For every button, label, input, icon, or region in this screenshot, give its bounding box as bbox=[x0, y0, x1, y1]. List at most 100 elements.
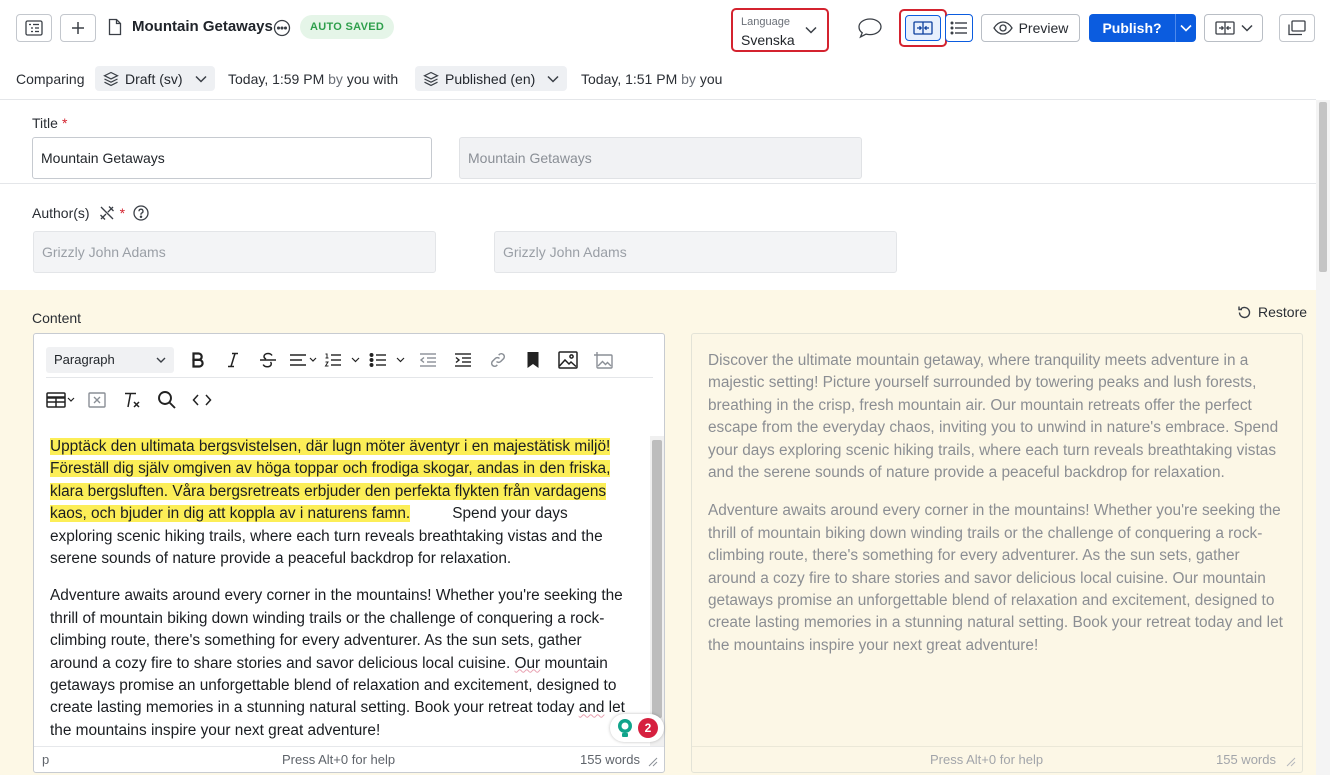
copy-icon bbox=[1288, 20, 1306, 36]
left-version-select[interactable]: Draft (sv) bbox=[95, 66, 215, 91]
language-caption: Language bbox=[741, 16, 790, 28]
chevron-down-icon bbox=[805, 26, 817, 34]
chevron-down-icon bbox=[195, 75, 207, 83]
chevron-down-icon[interactable] bbox=[1176, 24, 1196, 32]
layout-menu-button[interactable] bbox=[1204, 14, 1263, 42]
list-icon bbox=[950, 21, 968, 35]
spell-flag: Our bbox=[514, 654, 541, 672]
help-icon[interactable] bbox=[133, 205, 149, 221]
clear-box-icon bbox=[88, 392, 106, 408]
image-button[interactable] bbox=[554, 346, 582, 374]
comment-icon[interactable] bbox=[857, 17, 883, 39]
align-left-icon bbox=[289, 353, 317, 367]
help-hint: Press Alt+0 for help bbox=[930, 752, 1044, 767]
writing-assistant-widget[interactable]: 2 bbox=[610, 714, 664, 742]
spell-flag: and bbox=[578, 699, 605, 717]
outdent-button[interactable] bbox=[414, 346, 442, 374]
search-icon bbox=[157, 390, 177, 410]
structure-button[interactable] bbox=[16, 14, 52, 42]
authors-label: Author(s) * bbox=[32, 204, 149, 222]
italic-button[interactable] bbox=[219, 346, 247, 374]
word-count: 155 words bbox=[1216, 752, 1276, 767]
bullet-list-button[interactable] bbox=[369, 346, 407, 374]
left-version-user: you bbox=[346, 71, 370, 87]
lightbulb-icon bbox=[616, 718, 634, 738]
plus-icon bbox=[70, 20, 86, 36]
strikethrough-icon bbox=[259, 352, 277, 368]
preview-content: Discover the ultimate mountain getaway, … bbox=[708, 350, 1288, 673]
eye-icon bbox=[992, 21, 1013, 35]
left-version-meta: Today, 1:59 PM by you with bbox=[228, 71, 398, 87]
code-icon bbox=[192, 393, 212, 407]
numbered-list-button[interactable] bbox=[324, 346, 362, 374]
table-button[interactable] bbox=[46, 386, 76, 414]
resize-handle-icon[interactable] bbox=[648, 757, 658, 767]
compare-icon bbox=[913, 21, 933, 35]
strikethrough-button[interactable] bbox=[254, 346, 282, 374]
preview-button[interactable]: Preview bbox=[981, 14, 1080, 42]
restore-button[interactable]: Restore bbox=[1237, 304, 1307, 320]
required-mark: * bbox=[119, 205, 126, 221]
preview-label: Preview bbox=[1018, 20, 1069, 36]
link-icon bbox=[489, 351, 507, 369]
rich-text-editor[interactable]: Paragraph Upptäck den ultimata bergsvist… bbox=[33, 333, 665, 773]
add-button[interactable] bbox=[60, 14, 96, 42]
restore-icon bbox=[1237, 305, 1252, 320]
page-scrollbar[interactable] bbox=[1316, 100, 1330, 775]
layout-icon bbox=[1214, 21, 1235, 35]
section-divider bbox=[0, 183, 1316, 184]
indent-button[interactable] bbox=[449, 346, 477, 374]
media-icon bbox=[593, 351, 613, 369]
bookmark-button[interactable] bbox=[519, 346, 547, 374]
left-version-label: Draft (sv) bbox=[125, 70, 183, 87]
authors-compare-value: Grizzly John Adams bbox=[494, 231, 897, 273]
resize-handle-icon bbox=[1286, 757, 1296, 767]
restore-label: Restore bbox=[1258, 304, 1308, 320]
word-count[interactable]: 155 words bbox=[580, 752, 640, 767]
media-button[interactable] bbox=[589, 346, 617, 374]
preview-paragraph: Adventure awaits around every corner in … bbox=[708, 502, 1283, 654]
authors-label-text: Author(s) bbox=[32, 205, 90, 221]
align-button[interactable] bbox=[289, 346, 317, 374]
block-format-select[interactable]: Paragraph bbox=[46, 346, 174, 373]
title-label-text: Title bbox=[32, 115, 58, 131]
link-button[interactable] bbox=[484, 346, 512, 374]
editor-status-bar: p Press Alt+0 for help 155 words bbox=[34, 746, 664, 772]
language-select[interactable]: Language Svenska bbox=[731, 8, 829, 52]
right-version-user: you bbox=[699, 71, 723, 87]
remove-format-box-button[interactable] bbox=[83, 386, 111, 414]
chevron-down-icon bbox=[1240, 24, 1253, 32]
editor-content[interactable]: Upptäck den ultimata bergsvistelsen, där… bbox=[50, 436, 630, 744]
unlink-icon[interactable] bbox=[98, 204, 116, 222]
list-view-button[interactable] bbox=[945, 14, 973, 42]
editor-scroll-thumb[interactable] bbox=[652, 440, 662, 718]
bullet-list-icon bbox=[369, 352, 407, 368]
more-options-icon[interactable] bbox=[273, 19, 291, 37]
authors-input[interactable]: Grizzly John Adams bbox=[33, 231, 436, 273]
document-icon bbox=[108, 18, 122, 36]
compare-prefix: Comparing bbox=[16, 71, 85, 87]
table-icon bbox=[46, 392, 76, 408]
outdent-icon bbox=[419, 352, 437, 367]
clear-formatting-button[interactable] bbox=[118, 386, 146, 414]
title-compare-value: Mountain Getaways bbox=[459, 137, 862, 179]
editor-scrollbar[interactable] bbox=[650, 436, 664, 746]
editor-paragraph: Upptäck den ultimata bergsvistelsen, där… bbox=[50, 436, 630, 570]
section-divider bbox=[0, 99, 1316, 100]
page-scroll-thumb[interactable] bbox=[1319, 102, 1327, 272]
right-version-select[interactable]: Published (en) bbox=[415, 66, 568, 91]
source-code-button[interactable] bbox=[188, 386, 216, 414]
publish-label: Publish? bbox=[1102, 20, 1162, 36]
clear-formatting-icon bbox=[123, 391, 141, 409]
editor-toolbar: Paragraph bbox=[46, 342, 653, 422]
publish-button[interactable]: Publish? bbox=[1089, 14, 1196, 42]
copy-button[interactable] bbox=[1279, 14, 1315, 42]
bookmark-icon bbox=[526, 351, 540, 369]
bold-icon bbox=[191, 351, 205, 368]
image-icon bbox=[558, 350, 578, 369]
title-input[interactable]: Mountain Getaways bbox=[32, 137, 432, 179]
bold-button[interactable] bbox=[184, 346, 212, 374]
element-path[interactable]: p bbox=[42, 752, 49, 767]
compare-view-button[interactable] bbox=[905, 15, 941, 41]
find-button[interactable] bbox=[153, 386, 181, 414]
